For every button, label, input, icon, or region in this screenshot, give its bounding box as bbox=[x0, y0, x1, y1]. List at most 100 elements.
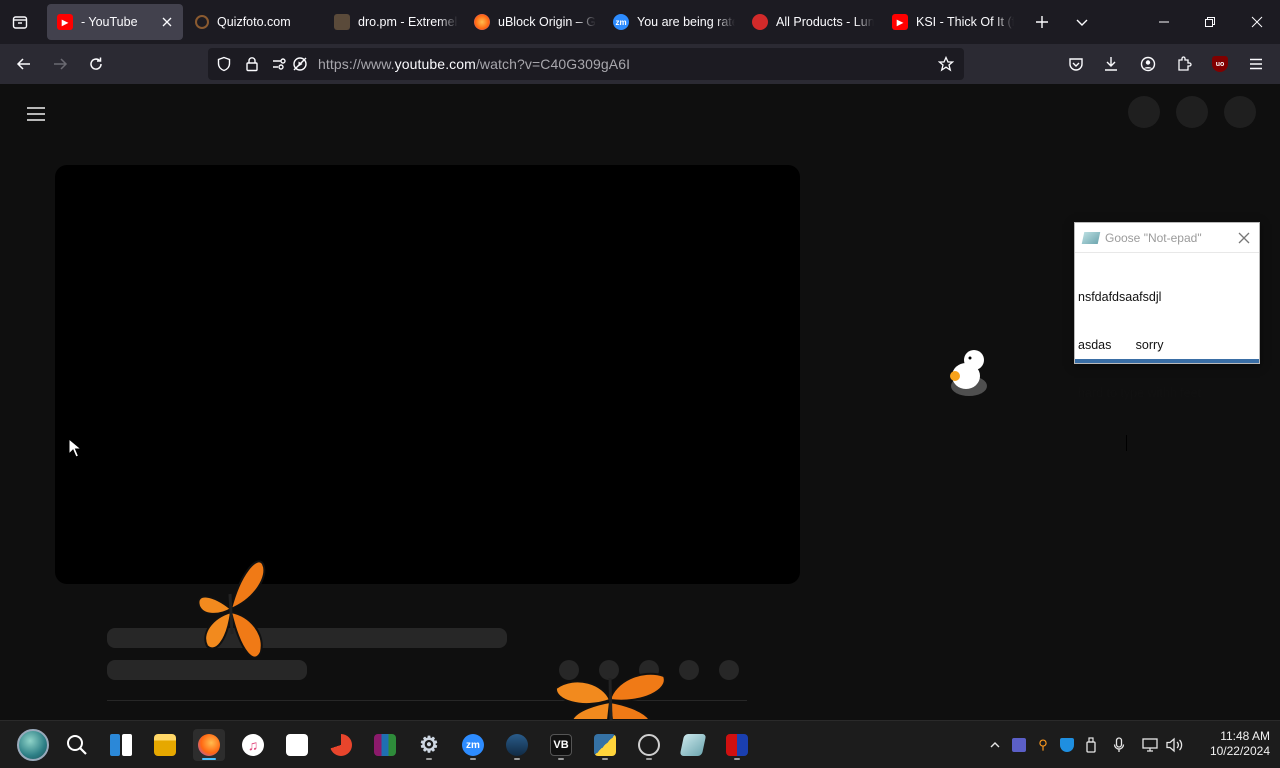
network-tray-icon[interactable] bbox=[1140, 735, 1160, 755]
goose-notepad-window: Goose "Not-epad" nsfdafdsaafsdjl asdas s… bbox=[1074, 222, 1260, 451]
taskbar-app-ccleaner[interactable] bbox=[325, 729, 357, 761]
video-player[interactable] bbox=[55, 165, 800, 584]
usb-tray-icon[interactable] bbox=[1081, 735, 1101, 755]
notepad-icon bbox=[679, 734, 707, 756]
start-globe-icon bbox=[17, 729, 49, 761]
minimize-button[interactable] bbox=[1141, 0, 1187, 44]
running-indicator bbox=[646, 758, 652, 760]
address-bar[interactable]: https://www.youtube.com/watch?v=C40G309g… bbox=[208, 48, 964, 80]
tab-rate-limited[interactable]: zm You are being rate bbox=[613, 4, 738, 40]
tab-title: You are being rate bbox=[637, 15, 735, 29]
firefox-addons-favicon-icon bbox=[474, 14, 490, 30]
winrar-icon bbox=[374, 734, 396, 756]
taskbar-app-obs[interactable] bbox=[633, 729, 665, 761]
hamburger-menu-icon bbox=[1250, 58, 1262, 70]
close-tab-icon[interactable] bbox=[159, 14, 175, 30]
action-placeholder-circle bbox=[719, 660, 739, 680]
defender-tray-icon[interactable] bbox=[1057, 735, 1077, 755]
new-tab-button[interactable] bbox=[1030, 10, 1054, 34]
tab-ublock[interactable]: uBlock Origin – Ge bbox=[474, 4, 599, 40]
pocket-icon bbox=[1069, 58, 1083, 71]
title-placeholder bbox=[107, 628, 507, 648]
close-icon[interactable] bbox=[1237, 231, 1251, 245]
show-hidden-icons-button[interactable] bbox=[985, 735, 1005, 755]
bookmark-star-icon[interactable] bbox=[937, 55, 955, 72]
store-icon bbox=[286, 734, 308, 756]
clock-time: 11:48 AM bbox=[1220, 729, 1270, 743]
tab-title: dro.pm - Extremel bbox=[358, 15, 458, 29]
taskbar-app-winrar[interactable] bbox=[369, 729, 401, 761]
header-placeholder-circle bbox=[1176, 96, 1208, 128]
pocket-button[interactable] bbox=[1064, 52, 1088, 76]
list-all-tabs-button[interactable] bbox=[1070, 10, 1094, 34]
taskbar-app-notepad-goose[interactable] bbox=[677, 729, 709, 761]
search-button[interactable] bbox=[61, 729, 93, 761]
taskbar-app-firefox[interactable] bbox=[193, 729, 225, 761]
header-placeholder-circle bbox=[1128, 96, 1160, 128]
account-icon bbox=[1140, 56, 1156, 72]
task-view-button[interactable] bbox=[105, 729, 137, 761]
autoplay-blocked-icon[interactable] bbox=[292, 56, 308, 72]
clock[interactable]: 11:48 AM 10/22/2024 bbox=[1196, 729, 1270, 761]
chevron-down-icon bbox=[1076, 19, 1088, 26]
teams-tray-icon[interactable] bbox=[1009, 735, 1029, 755]
url-text[interactable]: https://www.youtube.com/watch?v=C40G309g… bbox=[318, 56, 630, 72]
tab-title: uBlock Origin – Ge bbox=[498, 15, 596, 29]
minimize-icon bbox=[1159, 21, 1169, 23]
firefox-icon bbox=[198, 734, 220, 756]
desktop-goose bbox=[946, 346, 992, 398]
taskbar-app-python[interactable] bbox=[589, 729, 621, 761]
reload-button[interactable] bbox=[84, 52, 108, 76]
taskbar-app-zoom[interactable]: zm bbox=[457, 729, 489, 761]
lock-icon[interactable] bbox=[244, 56, 260, 72]
butterfly-icon bbox=[195, 554, 267, 672]
tab-dropm[interactable]: dro.pm - Extremel bbox=[334, 4, 459, 40]
guide-menu-button[interactable] bbox=[24, 102, 48, 126]
search-tray-icon[interactable]: ⚲ bbox=[1033, 735, 1053, 755]
tracking-protection-icon[interactable] bbox=[216, 56, 232, 72]
tab-quizfoto[interactable]: Quizfoto.com bbox=[195, 4, 323, 40]
microphone-tray-icon[interactable] bbox=[1109, 735, 1129, 755]
firefox-view-button[interactable] bbox=[8, 10, 32, 34]
restore-button[interactable] bbox=[1187, 0, 1233, 44]
obs-icon bbox=[638, 734, 660, 756]
youtube-favicon-icon: ▶ bbox=[892, 14, 908, 30]
tab-title: Quizfoto.com bbox=[217, 15, 291, 29]
notepad-text-area[interactable]: nsfdafdsaafsdjl asdas sorry hard to type… bbox=[1075, 253, 1259, 487]
start-button[interactable] bbox=[13, 727, 53, 763]
notepad-titlebar[interactable]: Goose "Not-epad" bbox=[1075, 223, 1259, 253]
folder-icon bbox=[154, 734, 176, 756]
search-icon bbox=[67, 735, 87, 755]
taskbar-app-voicemeeter[interactable]: VB bbox=[545, 729, 577, 761]
youtube-favicon-icon: ▶ bbox=[57, 14, 73, 30]
notepad-title: Goose "Not-epad" bbox=[1105, 230, 1202, 245]
account-button[interactable] bbox=[1136, 52, 1160, 76]
plus-icon bbox=[1036, 16, 1048, 28]
python-icon bbox=[594, 734, 616, 756]
taskbar-app-steam[interactable] bbox=[501, 729, 533, 761]
running-indicator bbox=[514, 758, 520, 760]
action-placeholder-circle bbox=[679, 660, 699, 680]
tab-all-products[interactable]: All Products - Lun bbox=[752, 4, 877, 40]
volume-tray-icon[interactable] bbox=[1165, 735, 1185, 755]
downloads-button[interactable] bbox=[1099, 52, 1123, 76]
ublock-origin-button[interactable]: uo bbox=[1208, 52, 1232, 76]
app-menu-button[interactable] bbox=[1244, 52, 1268, 76]
tab-ksi-thick-of-it[interactable]: ▶ KSI - Thick Of It (fe bbox=[892, 4, 1017, 40]
file-explorer-button[interactable] bbox=[149, 729, 181, 761]
close-window-button[interactable] bbox=[1234, 0, 1280, 44]
running-indicator bbox=[470, 758, 476, 760]
voicemeeter-icon: VB bbox=[550, 734, 572, 756]
back-button[interactable] bbox=[12, 52, 36, 76]
notepad-line: asdas sorry bbox=[1078, 338, 1164, 352]
gear-icon: ⚙ bbox=[419, 732, 439, 757]
tab-youtube[interactable]: ▶ - YouTube bbox=[47, 4, 183, 40]
forward-button[interactable] bbox=[48, 52, 72, 76]
taskbar-app-settings[interactable]: ⚙ bbox=[413, 729, 445, 761]
taskbar-app-game-tool[interactable] bbox=[721, 729, 753, 761]
taskbar-app-itunes[interactable]: ♫ bbox=[237, 729, 269, 761]
permissions-icon[interactable] bbox=[271, 56, 287, 72]
arrow-right-icon bbox=[54, 58, 68, 70]
taskbar-app-microsoft-store[interactable] bbox=[281, 729, 313, 761]
extensions-button[interactable] bbox=[1172, 52, 1196, 76]
